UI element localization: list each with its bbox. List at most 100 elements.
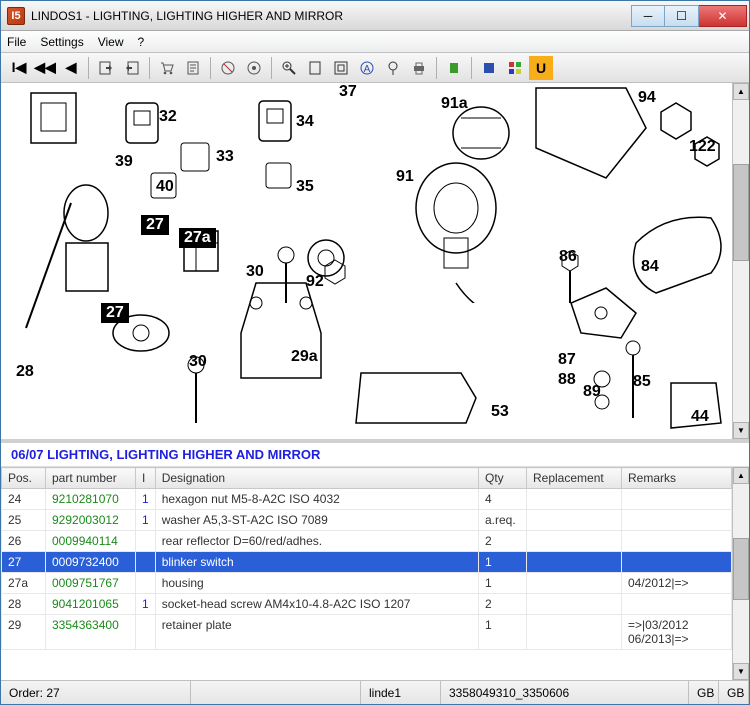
cell-pos: 29 [2,615,46,650]
blue-block-button[interactable] [477,56,501,80]
scroll-track[interactable] [733,484,749,663]
cell-pos: 26 [2,531,46,552]
cell-des: socket-head screw AM4x10-4.8-A2C ISO 120… [155,594,478,615]
minimize-button[interactable]: ─ [631,5,665,27]
cell-i: 1 [136,510,156,531]
col-designation[interactable]: Designation [155,468,478,489]
status-doc: 3358049310_3350606 [441,681,689,704]
table-row[interactable]: 270009732400blinker switch1 [2,552,732,573]
cell-i: 1 [136,489,156,510]
toolbar: I◀ ◀◀ ◀ A U [1,53,749,83]
tool-button-c[interactable] [381,56,405,80]
callout-44: 44 [691,408,709,426]
part-drawing [271,243,301,313]
cell-pos: 24 [2,489,46,510]
u-button[interactable]: U [529,56,553,80]
scroll-down-icon[interactable]: ▼ [733,663,749,680]
callout-84: 84 [641,258,659,276]
close-button[interactable]: ✕ [699,5,747,27]
cell-rep [527,573,622,594]
cell-qty: a.req. [479,510,527,531]
callout-35: 35 [296,178,314,196]
callout-94: 94 [638,89,656,107]
menu-file[interactable]: File [7,35,26,49]
menu-settings[interactable]: Settings [40,35,83,49]
callout-122: 122 [689,138,716,156]
scroll-thumb[interactable] [733,538,749,601]
print-button[interactable] [407,56,431,80]
maximize-button[interactable]: ☐ [665,5,699,27]
callout-89: 89 [583,383,601,401]
fit-page-button[interactable] [303,56,327,80]
table-scrollbar[interactable]: ▲ ▼ [732,467,749,680]
col-pos[interactable]: Pos. [2,468,46,489]
callout-53: 53 [491,403,509,421]
cell-rem [622,510,732,531]
diagram-canvas[interactable]: 37 32 33 34 35 39 40 27 27a 27 28 30 30 … [1,83,732,439]
doc-nav-button-1[interactable] [94,56,118,80]
part-drawing [351,363,481,438]
note-button[interactable] [181,56,205,80]
parts-table: Pos. part number I Designation Qty Repla… [1,467,732,650]
doc-nav-button-2[interactable] [120,56,144,80]
table-row[interactable]: 2890412010651socket-head screw AM4x10-4.… [2,594,732,615]
part-drawing [396,153,526,303]
col-part-number[interactable]: part number [46,468,136,489]
table-row[interactable]: 2592920030121washer A5,3-ST-A2C ISO 7089… [2,510,732,531]
cell-pos: 28 [2,594,46,615]
app-icon: I5 [7,7,25,25]
scroll-track[interactable] [733,100,749,422]
col-replacement[interactable]: Replacement [527,468,622,489]
cell-rem [622,594,732,615]
cell-des: blinker switch [155,552,478,573]
tool-button-a[interactable] [216,56,240,80]
col-i[interactable]: I [136,468,156,489]
cell-rem: =>|03/2012 06/2013|=> [622,615,732,650]
scroll-thumb[interactable] [733,164,749,261]
status-lang1: GB [689,681,719,704]
status-mid [191,681,361,704]
cell-rem [622,552,732,573]
toolbar-separator [149,57,150,79]
swatch-button[interactable] [503,56,527,80]
menu-help[interactable]: ? [138,35,145,49]
cell-des: housing [155,573,478,594]
svg-text:A: A [364,64,371,75]
parts-table-scroll[interactable]: Pos. part number I Designation Qty Repla… [1,467,732,680]
toolbar-separator [210,57,211,79]
table-row[interactable]: 260009940114rear reflector D=60/red/adhe… [2,531,732,552]
scroll-up-icon[interactable]: ▲ [733,467,749,484]
first-button[interactable]: I◀ [7,56,31,80]
callout-40: 40 [156,178,174,196]
tool-button-b[interactable] [242,56,266,80]
toolbar-separator [436,57,437,79]
callout-28: 28 [16,363,34,381]
table-row[interactable]: 27a0009751767housing104/2012|=> [2,573,732,594]
col-qty[interactable]: Qty [479,468,527,489]
cart-button[interactable] [155,56,179,80]
zoom-in-button[interactable] [277,56,301,80]
table-row[interactable]: 293354363400retainer plate1=>|03/2012 06… [2,615,732,650]
diagram-area: 37 32 33 34 35 39 40 27 27a 27 28 30 30 … [1,83,749,443]
back-button[interactable]: ◀ [59,56,83,80]
cell-qty: 2 [479,594,527,615]
col-remarks[interactable]: Remarks [622,468,732,489]
menu-view[interactable]: View [98,35,124,49]
green-flag-button[interactable] [442,56,466,80]
cell-des: rear reflector D=60/red/adhes. [155,531,478,552]
window-controls: ─ ☐ ✕ [631,5,747,27]
fast-back-button[interactable]: ◀◀ [33,56,57,80]
callout-29a: 29a [291,348,318,366]
table-row[interactable]: 2492102810701hexagon nut M5-8-A2C ISO 40… [2,489,732,510]
scroll-down-icon[interactable]: ▼ [733,422,749,439]
marker-button[interactable]: A [355,56,379,80]
scroll-up-icon[interactable]: ▲ [733,83,749,100]
cell-i [136,615,156,650]
cell-qty: 2 [479,531,527,552]
diagram-scrollbar[interactable]: ▲ ▼ [732,83,749,439]
callout-37: 37 [339,83,357,101]
callout-39: 39 [115,153,133,171]
toolbar-separator [88,57,89,79]
fit-window-button[interactable] [329,56,353,80]
part-drawing [21,88,101,178]
